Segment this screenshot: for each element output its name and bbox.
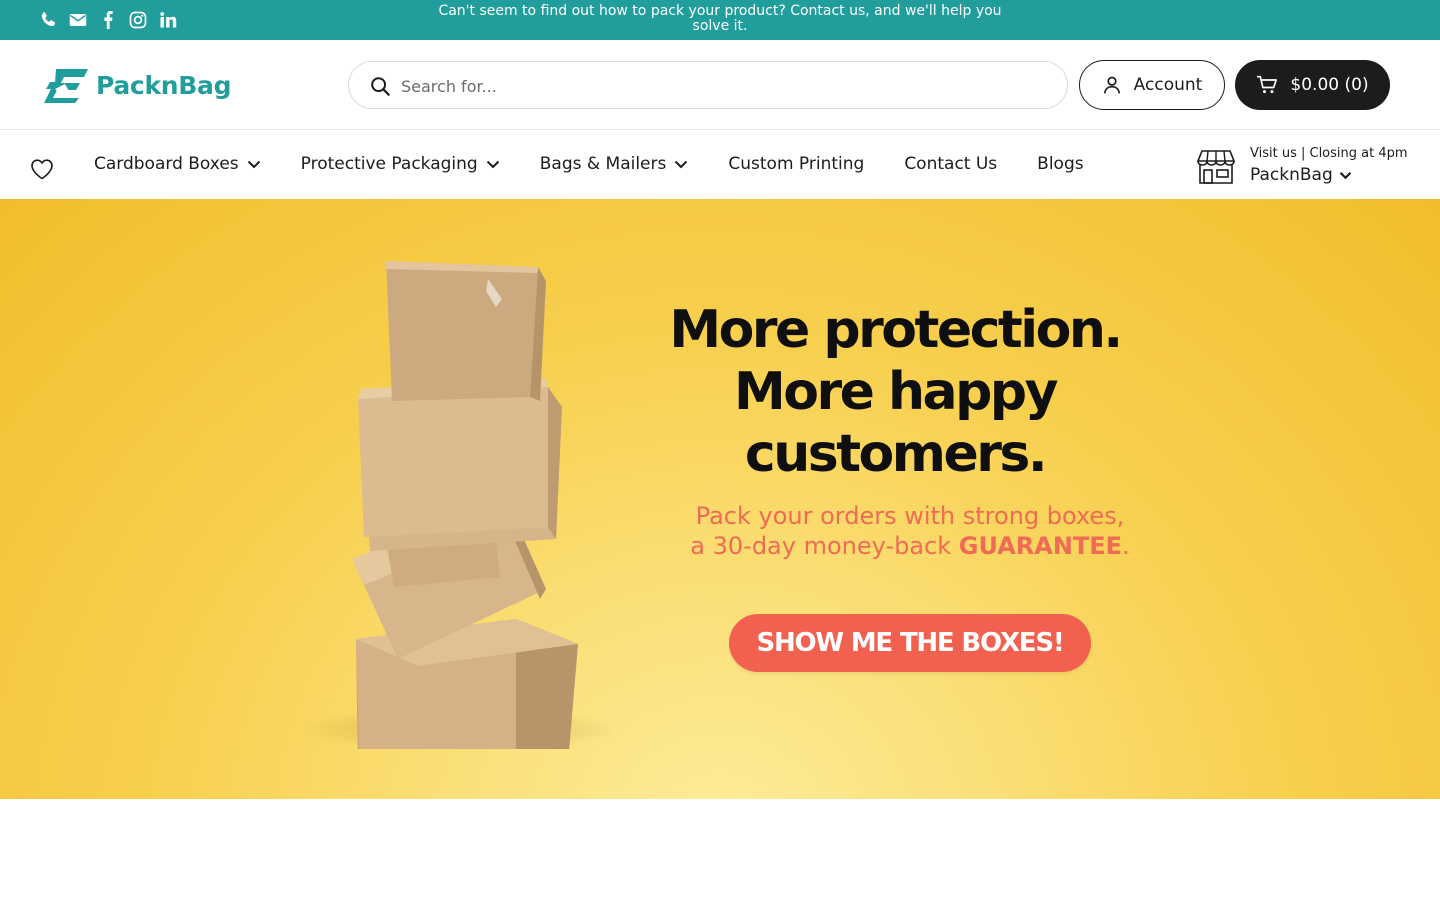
nav-item-contact-us[interactable]: Contact Us — [904, 152, 997, 176]
hero-subtext-emphasis: GUARANTEE — [958, 532, 1123, 560]
nav-item-label: Blogs — [1037, 154, 1084, 174]
cart-button[interactable]: $0.00 (0) — [1235, 60, 1390, 110]
hero-banner[interactable]: More protection. More happy customers. P… — [0, 199, 1440, 799]
hero-headline-line: More protection. — [669, 300, 1123, 360]
store-icon — [1196, 150, 1236, 184]
logo-text: PacknBag — [96, 70, 232, 100]
chevron-down-icon — [1339, 171, 1351, 179]
email-icon[interactable] — [68, 9, 88, 31]
search-input[interactable] — [401, 72, 1041, 100]
main-navigation: Cardboard Boxes Protective Packaging Bag… — [0, 131, 1440, 198]
nav-item-custom-printing[interactable]: Custom Printing — [728, 152, 864, 176]
nav-item-protective-packaging[interactable]: Protective Packaging — [301, 152, 500, 176]
phone-icon[interactable] — [38, 9, 58, 31]
announcement-bar: Can't seem to find out how to pack your … — [0, 0, 1440, 40]
chevron-down-icon — [486, 160, 499, 169]
logo-mark-icon — [44, 69, 88, 103]
store-hours: Visit us | Closing at 4pm — [1250, 146, 1408, 161]
site-header: PacknBag Account $0.00 (0) — [0, 40, 1440, 130]
linkedin-icon[interactable] — [158, 9, 178, 31]
account-label: Account — [1133, 75, 1203, 95]
announcement-text[interactable]: Can't seem to find out how to pack your … — [430, 4, 1010, 34]
user-icon — [1103, 76, 1120, 94]
heart-icon[interactable] — [30, 158, 54, 180]
hero-headline: More protection. More happy customers. — [640, 299, 1150, 485]
hero-subtext-end: . — [1122, 532, 1130, 560]
nav-item-label: Contact Us — [904, 154, 998, 174]
nav-menu: Cardboard Boxes Protective Packaging Bag… — [94, 152, 1124, 176]
cart-icon — [1257, 75, 1278, 94]
stacked-boxes-image — [300, 261, 620, 749]
chevron-down-icon — [247, 160, 260, 169]
cart-label: $0.00 (0) — [1290, 75, 1369, 95]
search-icon[interactable] — [369, 75, 391, 97]
nav-item-label: Cardboard Boxes — [94, 154, 239, 174]
store-name: PacknBag — [1250, 165, 1352, 185]
store-name-label: PacknBag — [1250, 165, 1333, 185]
store-selector[interactable]: Visit us | Closing at 4pm PacknBag — [1196, 146, 1426, 190]
show-boxes-button[interactable]: SHOW ME THE BOXES! — [729, 614, 1091, 672]
facebook-icon[interactable] — [98, 9, 118, 31]
nav-item-label: Protective Packaging — [300, 154, 478, 174]
nav-item-label: Bags & Mailers — [539, 154, 667, 174]
hero-headline-line: customers. — [744, 424, 1048, 484]
hero-subtext: Pack your orders with strong boxes, a 30… — [690, 501, 1130, 561]
nav-item-bags-mailers[interactable]: Bags & Mailers — [540, 152, 689, 176]
account-button[interactable]: Account — [1079, 60, 1225, 110]
chevron-down-icon — [675, 160, 688, 169]
hero-headline-line: More happy — [734, 362, 1058, 422]
nav-item-cardboard-boxes[interactable]: Cardboard Boxes — [94, 152, 261, 176]
social-links — [38, 9, 178, 31]
nav-item-blogs[interactable]: Blogs — [1037, 152, 1083, 176]
logo[interactable]: PacknBag — [42, 67, 231, 103]
instagram-icon[interactable] — [128, 9, 148, 31]
nav-item-label: Custom Printing — [728, 154, 865, 174]
search-bar — [348, 61, 1068, 109]
